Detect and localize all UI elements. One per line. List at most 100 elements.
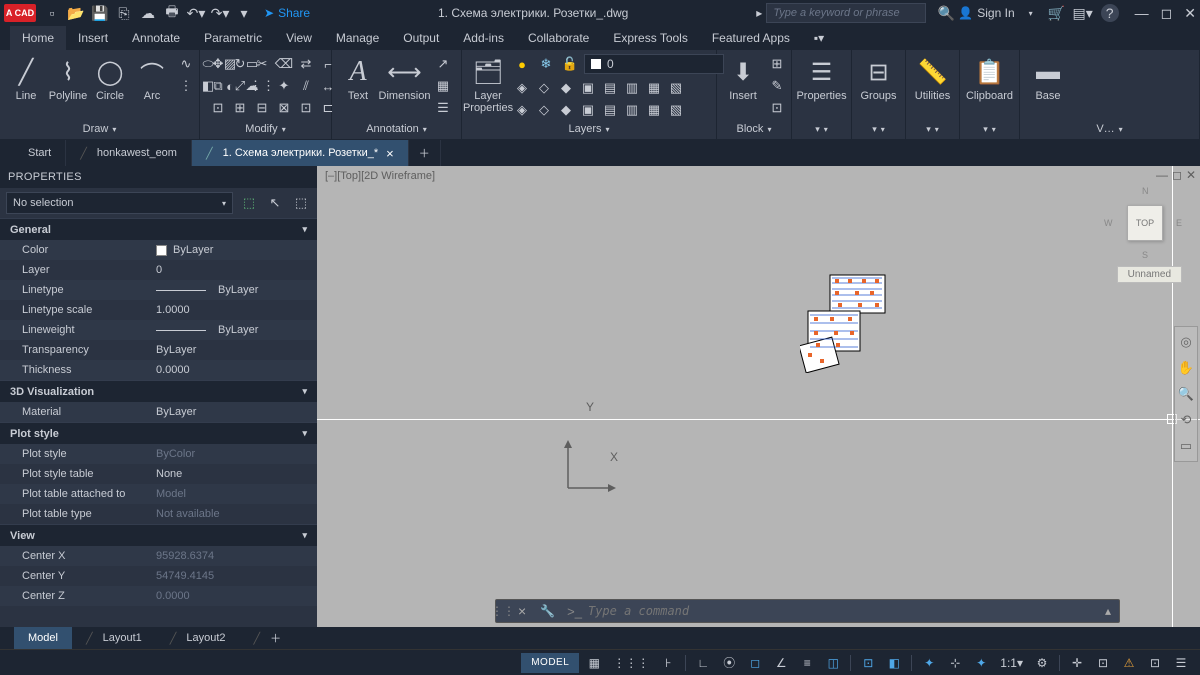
prop-row[interactable]: Plot table typeNot available [0,504,317,524]
selectobj-icon[interactable]: ⬚ [291,193,311,213]
prop-value[interactable]: 54749.4145 [150,570,317,582]
cmd-input[interactable] [588,604,1097,618]
prop-row[interactable]: Plot style tableNone [0,464,317,484]
menu-collaborate[interactable]: Collaborate [516,26,601,50]
open-icon[interactable]: 📂 [68,5,84,21]
menu-annotate[interactable]: Annotate [120,26,192,50]
clean-icon[interactable]: ⊡ [1144,653,1166,673]
doctab-start[interactable]: Start [14,140,66,166]
web-icon[interactable]: ☁ [140,5,156,21]
prop-value[interactable]: Not available [150,508,317,520]
array-icon[interactable]: ⋮⋮ [252,76,272,96]
cycle-icon[interactable]: ◧ [883,653,905,673]
menu-express[interactable]: Express Tools [601,26,699,50]
section-plot-style[interactable]: Plot style▾ [0,422,317,444]
ortho-icon[interactable]: ∟ [692,653,714,673]
ucs-icon[interactable]: Y X [560,436,620,499]
text-button[interactable]: AText [340,54,376,104]
ls2-icon[interactable]: ◇ [534,78,554,98]
prop-value[interactable]: 0.0000 [150,364,317,376]
m5-icon[interactable]: ⊡ [296,98,316,118]
otrack-icon[interactable]: ∠ [770,653,792,673]
nav-wheel-icon[interactable]: ◎ [1177,333,1195,351]
drawing-canvas[interactable]: [–][Top][2D Wireframe] — ◻ ✕ Y X N S E W… [317,166,1200,627]
panel-draw-label[interactable]: Draw [8,121,191,137]
trim-icon[interactable]: ✂ [252,54,272,74]
copy-icon[interactable]: ⧉ [208,76,228,96]
lineweight-icon[interactable]: ≡ [796,653,818,673]
m1-icon[interactable]: ⊡ [208,98,228,118]
properties-button[interactable]: ☰Properties [800,54,843,104]
share-button[interactable]: ➤ Share [264,6,310,20]
snap-icon[interactable]: ⋮⋮⋮ [609,653,653,673]
prop-row[interactable]: TransparencyByLayer [0,340,317,360]
menu-home[interactable]: Home [10,26,66,50]
prop-row[interactable]: Center Z0.0000 [0,586,317,606]
plot-icon[interactable]: 🖶 [164,5,180,21]
prop-value[interactable]: 0.0000 [150,590,317,602]
section-3d-visualization[interactable]: 3D Visualization▾ [0,380,317,402]
ls3-icon[interactable]: ◆ [556,78,576,98]
redo-icon[interactable]: ↷▾ [212,5,228,21]
undo-icon[interactable]: ↶▾ [188,5,204,21]
menu-addins[interactable]: Add-ins [451,26,516,50]
nav-show-icon[interactable]: ▭ [1177,437,1195,455]
nav-zoom-icon[interactable]: 🔍 [1177,385,1195,403]
maximize-icon[interactable]: ◻ [1161,5,1173,22]
ls12-icon[interactable]: ▣ [578,100,598,120]
prop-value[interactable]: 95928.6374 [150,550,317,562]
anno-scale[interactable]: 1:1▾ [996,653,1027,673]
polyline-button[interactable]: ⌇Polyline [50,54,86,104]
search-input[interactable]: Type a keyword or phrase [766,3,926,23]
b1-icon[interactable]: ⊞ [767,54,787,74]
circle-button[interactable]: ◯Circle [92,54,128,104]
m3-icon[interactable]: ⊟ [252,98,272,118]
dyn-icon[interactable]: ⊹ [944,653,966,673]
prop-value[interactable]: ByLayer [150,324,317,336]
menu-view[interactable]: View [274,26,324,50]
prop-row[interactable]: LineweightByLayer [0,320,317,340]
panel-modify-label[interactable]: Modify [208,121,323,137]
prop-row[interactable]: ColorByLayer [0,240,317,260]
prop-value[interactable]: ByLayer [150,244,317,256]
prop-value[interactable]: 1.0000 [150,304,317,316]
gear-icon[interactable]: ⚙ [1031,653,1053,673]
quickselect-icon[interactable]: ⬚ [239,193,259,213]
menu-featured[interactable]: Featured Apps [700,26,802,50]
prop-row[interactable]: Center X95928.6374 [0,546,317,566]
layout-1[interactable]: ╱Layout1 [72,627,156,649]
menu-extra-icon[interactable]: ▪▾ [802,26,836,50]
panel-properties-label[interactable]: ▾ [800,122,843,137]
apps-icon[interactable]: ▤▾ [1075,5,1091,21]
prop-value[interactable]: ByColor [150,448,317,460]
qat-more-icon[interactable]: ▾ [236,5,252,21]
bulb-icon[interactable]: ● [512,54,532,74]
prop-value[interactable]: ByLayer [150,284,317,296]
infer-icon[interactable]: ⊦ [657,653,679,673]
osnap-icon[interactable]: ◻ [744,653,766,673]
layout-model[interactable]: Model [14,627,72,649]
prop-row[interactable]: LinetypeByLayer [0,280,317,300]
menu-output[interactable]: Output [391,26,451,50]
ls10-icon[interactable]: ◇ [534,100,554,120]
ls13-icon[interactable]: ▤ [600,100,620,120]
lock-icon[interactable]: 🔓 [560,54,580,74]
table-icon[interactable]: ▦ [433,76,453,96]
mtext-icon[interactable]: ☰ [433,98,453,118]
layer-combo[interactable]: 0 [584,54,724,74]
section-general[interactable]: General▾ [0,218,317,240]
search-nav-icon[interactable]: ▸ [756,6,762,20]
rotate-icon[interactable]: ↻ [230,54,250,74]
arc-button[interactable]: ⌒Arc [134,54,170,104]
ls16-icon[interactable]: ▧ [666,100,686,120]
panel-groups-label[interactable]: ▾ [860,122,897,137]
move-icon[interactable]: ✥ [208,54,228,74]
ls1-icon[interactable]: ◈ [512,78,532,98]
cmd-handle-icon[interactable]: ⋮⋮ [496,604,510,618]
save-icon[interactable]: 💾 [92,5,108,21]
scale-icon[interactable]: ⤢ [230,76,250,96]
prop-value[interactable]: Model [150,488,317,500]
close-icon[interactable]: ✕ [1184,5,1196,22]
menu-insert[interactable]: Insert [66,26,120,50]
layout-2[interactable]: ╱Layout2 [156,627,240,649]
